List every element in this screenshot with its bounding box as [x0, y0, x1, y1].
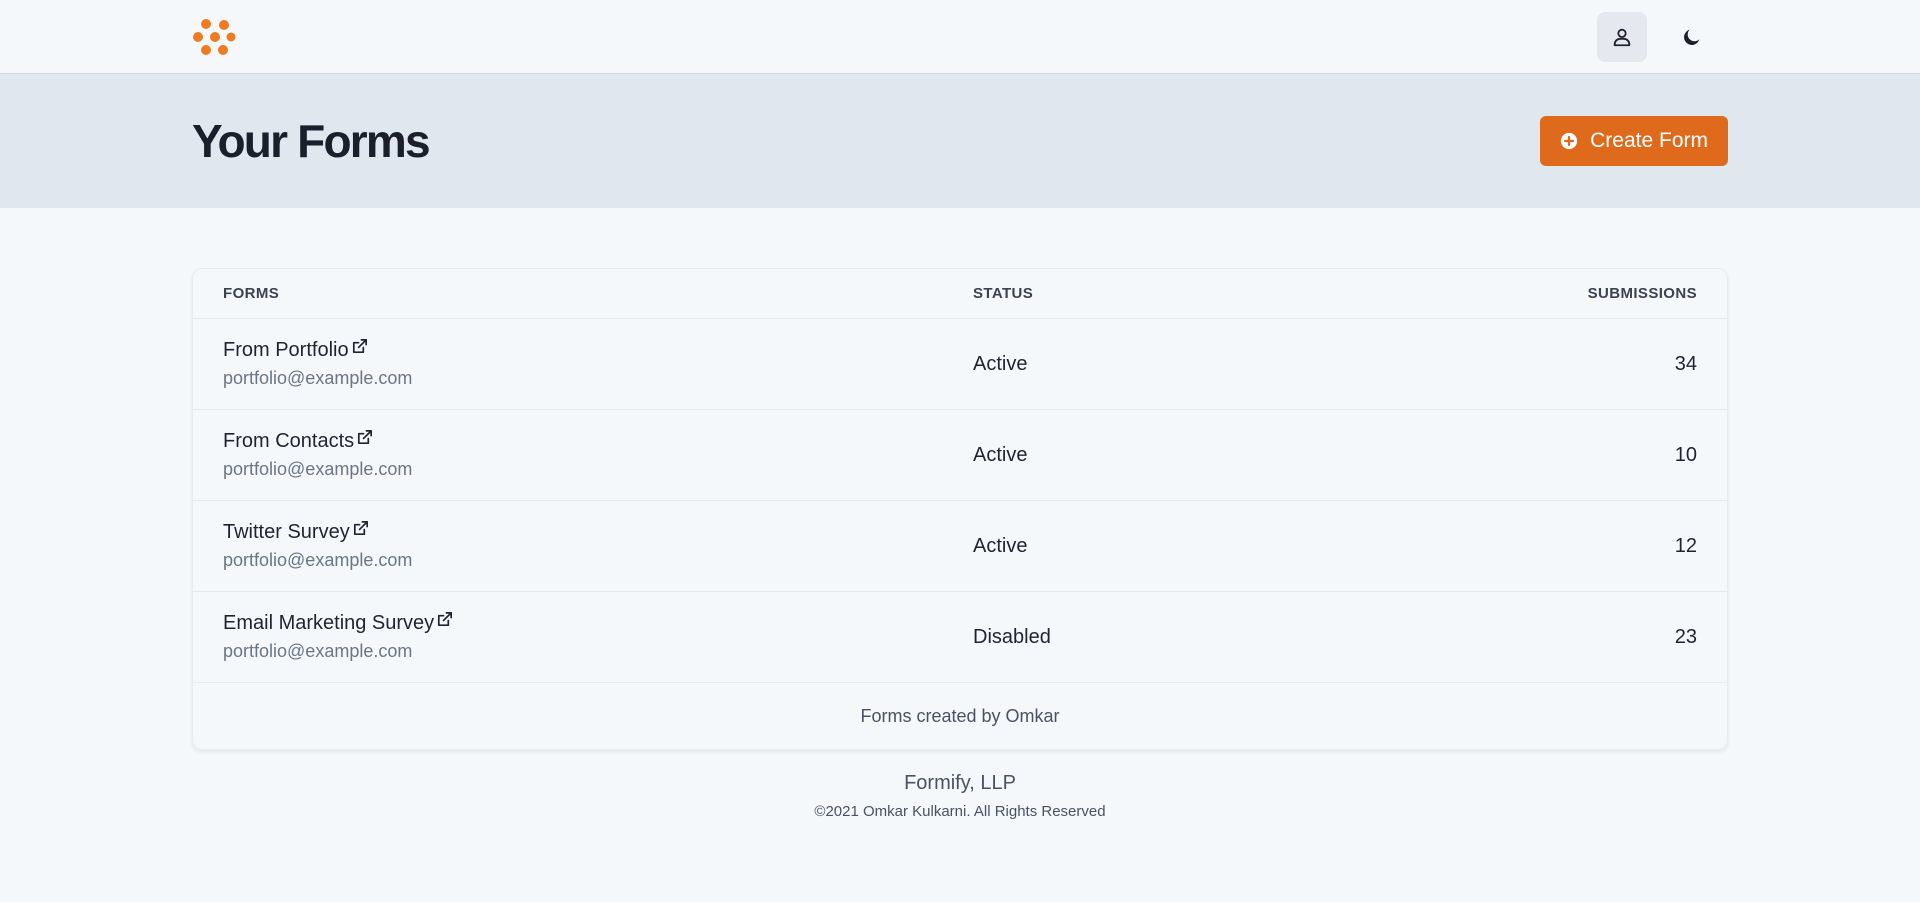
form-name: From Contacts — [223, 430, 355, 452]
create-form-button[interactable]: Create Form — [1540, 116, 1728, 166]
user-icon — [1613, 28, 1631, 47]
formify-logo-icon[interactable] — [192, 15, 236, 59]
page-footer: Formify, LLP ©2021 Omkar Kulkarni. All R… — [192, 772, 1728, 820]
form-link[interactable]: Twitter Survey — [223, 519, 973, 544]
form-submissions: 10 — [1674, 443, 1697, 466]
form-link[interactable]: Email Marketing Survey — [223, 610, 973, 635]
form-email: portfolio@example.com — [223, 550, 413, 570]
page-title: Your Forms — [192, 115, 431, 167]
form-name: Email Marketing Survey — [223, 612, 435, 634]
external-link-icon[interactable] — [435, 610, 454, 629]
column-header-submissions: SUBMISSIONS — [1587, 285, 1697, 302]
form-link[interactable]: From Contacts — [223, 428, 973, 453]
create-form-label: Create Form — [1590, 129, 1708, 152]
table-row: From Contacts portfolio@example.com Acti… — [193, 410, 1727, 501]
form-name: From Portfolio — [223, 339, 349, 361]
table-footer: Forms created by Omkar — [860, 705, 1060, 726]
form-email: portfolio@example.com — [223, 368, 413, 388]
table-header: FORMS STATUS SUBMISSIONS — [193, 269, 1727, 319]
form-name: Twitter Survey — [223, 521, 350, 543]
copyright-text: ©2021 Omkar Kulkarni. All Rights Reserve… — [814, 803, 1106, 820]
user-button[interactable] — [1597, 12, 1647, 62]
moon-icon — [1684, 29, 1700, 45]
form-status: Disabled — [973, 625, 1051, 648]
table-row: Twitter Survey portfolio@example.com Act… — [193, 501, 1727, 592]
top-navbar — [0, 0, 1920, 74]
external-link-icon[interactable] — [355, 428, 374, 447]
column-header-forms: FORMS — [223, 285, 280, 302]
form-submissions: 23 — [1674, 625, 1697, 648]
nav-actions — [1597, 12, 1717, 62]
forms-table: FORMS STATUS SUBMISSIONS From Portfolio … — [192, 268, 1728, 750]
plus-circle-icon — [1561, 132, 1578, 150]
main-content: FORMS STATUS SUBMISSIONS From Portfolio … — [192, 268, 1728, 820]
column-header-status: STATUS — [973, 285, 1034, 302]
form-link[interactable]: From Portfolio — [223, 337, 973, 362]
form-email: portfolio@example.com — [223, 641, 413, 661]
form-email: portfolio@example.com — [223, 459, 413, 479]
form-submissions: 12 — [1674, 534, 1697, 557]
page-header: Your Forms Create Form — [0, 74, 1920, 208]
table-row: Email Marketing Survey portfolio@example… — [193, 592, 1727, 683]
external-link-icon[interactable] — [351, 519, 370, 538]
company-name: Formify, LLP — [904, 772, 1016, 794]
table-row: From Portfolio portfolio@example.com Act… — [193, 319, 1727, 410]
external-link-icon[interactable] — [350, 337, 369, 356]
form-status: Active — [973, 534, 1028, 557]
form-status: Active — [973, 352, 1028, 375]
form-submissions: 34 — [1674, 352, 1697, 375]
theme-toggle-button[interactable] — [1667, 12, 1717, 62]
form-status: Active — [973, 443, 1028, 466]
